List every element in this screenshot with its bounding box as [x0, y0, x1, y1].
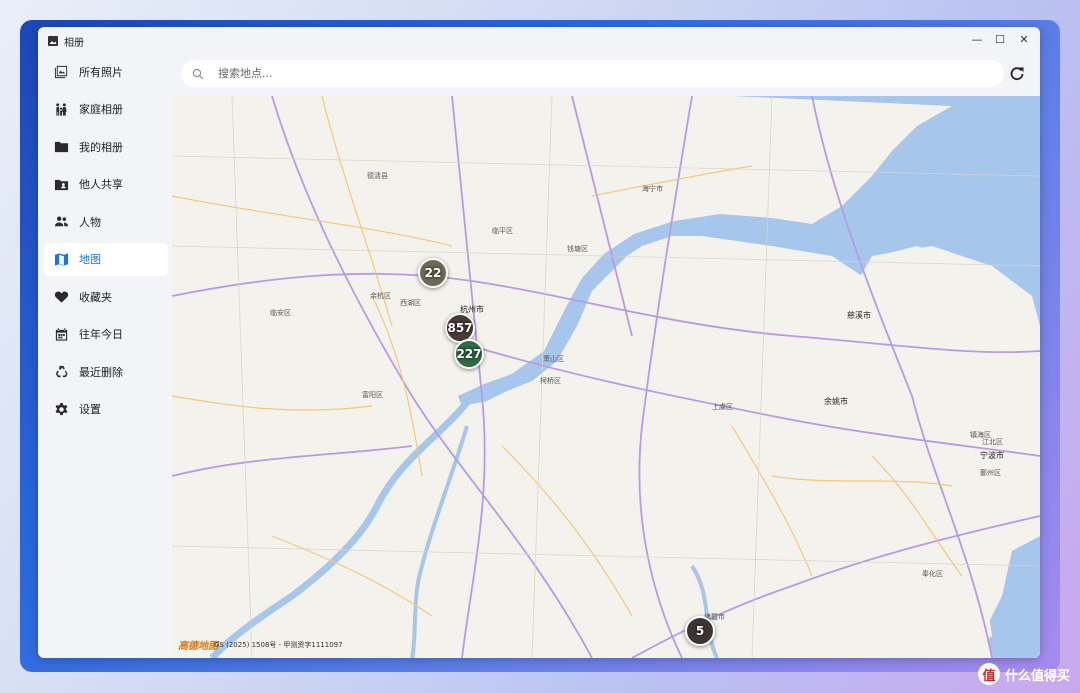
- photo-app-icon: [48, 36, 58, 46]
- map-base-layer: [172, 96, 1040, 658]
- sidebar-item-recently-deleted[interactable]: 最近删除: [44, 355, 168, 388]
- photo-cluster-marker[interactable]: 227: [454, 339, 484, 369]
- sidebar-item-label: 设置: [79, 403, 101, 416]
- people-icon: [54, 216, 69, 227]
- city-label: 德清县: [367, 172, 388, 180]
- city-label: 余杭区: [370, 292, 391, 300]
- city-label: 宁波市: [980, 451, 1004, 460]
- sidebar-item-label: 他人共享: [79, 178, 123, 191]
- sidebar: 所有照片 家庭相册 我的相册 他人共享 人物 地图 收藏夹 往年今日 最近删除 …: [44, 55, 168, 430]
- city-label: 慈溪市: [847, 311, 871, 320]
- photos-icon: [54, 65, 68, 79]
- minimize-button[interactable]: —: [969, 33, 985, 46]
- shared-folder-icon: [54, 179, 69, 190]
- sidebar-item-label: 最近删除: [79, 365, 123, 379]
- city-label: 余姚市: [824, 397, 848, 406]
- sidebar-item-all-photos[interactable]: 所有照片: [44, 55, 168, 88]
- photo-cluster-marker[interactable]: 5: [685, 616, 715, 646]
- sidebar-item-family-album[interactable]: 家庭相册: [44, 93, 168, 126]
- watermark-text: 什么值得买: [1004, 668, 1070, 684]
- sidebar-item-map[interactable]: 地图: [44, 242, 168, 276]
- city-label: 江北区: [982, 438, 1003, 446]
- gear-icon: [55, 402, 68, 415]
- sidebar-item-label: 家庭相册: [79, 103, 123, 116]
- sidebar-item-shared[interactable]: 他人共享: [44, 168, 168, 201]
- map-view[interactable]: 杭州市 萧山区 上虞区 余姚市 慈溪市 宁波市 镇海区 江北区 鄞州区 余杭区 …: [172, 96, 1040, 658]
- close-button[interactable]: ✕: [1016, 33, 1032, 46]
- city-label: 萧山区: [543, 355, 564, 363]
- map-provider-logo: 高德地图: [178, 641, 218, 652]
- city-label: 上虞区: [712, 403, 733, 411]
- family-icon: [56, 102, 67, 116]
- sidebar-item-label: 我的相册: [79, 140, 123, 154]
- folder-icon: [54, 141, 69, 153]
- sidebar-item-settings[interactable]: 设置: [44, 393, 168, 426]
- photo-cluster-marker[interactable]: 22: [418, 258, 448, 288]
- city-label: 鄞州区: [980, 469, 1001, 477]
- maximize-button[interactable]: ☐: [992, 33, 1008, 46]
- title-bar: 相册 — ☐ ✕: [38, 27, 1040, 55]
- location-search-bar[interactable]: [181, 60, 1004, 87]
- sidebar-item-people[interactable]: 人物: [44, 205, 168, 238]
- city-label: 奉化区: [922, 570, 943, 578]
- city-label: 富阳区: [362, 391, 383, 399]
- watermark-badge: 值: [977, 663, 1000, 685]
- city-label: 临平区: [492, 227, 513, 235]
- sidebar-item-label: 往年今日: [79, 328, 123, 341]
- recycle-icon: [55, 365, 68, 378]
- calendar-icon: [55, 327, 68, 341]
- sidebar-item-label: 人物: [79, 215, 101, 229]
- refresh-icon[interactable]: [1008, 65, 1026, 83]
- sidebar-item-my-albums[interactable]: 我的相册: [44, 130, 168, 163]
- city-label: 西湖区: [400, 299, 421, 307]
- map-attribution: GS (2025) 1508号 - 甲测资字1111097: [214, 641, 343, 649]
- sidebar-item-label: 收藏夹: [79, 290, 112, 304]
- window-title: 相册: [64, 37, 84, 49]
- photos-app-window: 相册 — ☐ ✕ 所有照片 家庭相册 我的相册 他人共享 人物 地图 收藏夹 往…: [38, 27, 1040, 658]
- search-icon: [192, 68, 204, 79]
- search-input[interactable]: [216, 66, 980, 81]
- city-label: 钱塘区: [567, 245, 588, 253]
- heart-icon: [54, 291, 69, 303]
- sidebar-item-favorites[interactable]: 收藏夹: [44, 280, 168, 313]
- sidebar-item-label: 所有照片: [79, 65, 123, 79]
- map-icon: [54, 252, 69, 266]
- city-label: 临安区: [270, 309, 291, 317]
- site-watermark: 值 什么值得买: [977, 663, 1070, 685]
- sidebar-item-on-this-day[interactable]: 往年今日: [44, 318, 168, 351]
- sidebar-item-label: 地图: [79, 253, 101, 266]
- city-label: 柯桥区: [540, 377, 561, 385]
- city-label: 海宁市: [642, 185, 663, 193]
